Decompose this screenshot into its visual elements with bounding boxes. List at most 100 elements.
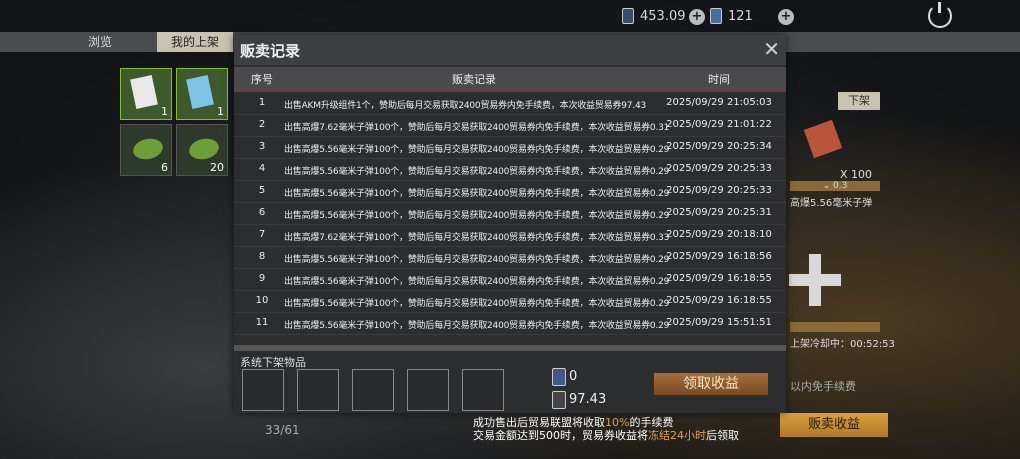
currency-2: 121 [710,8,753,24]
trade-ticket-icon [622,8,634,24]
tab-browse[interactable]: 浏览 [88,32,112,52]
close-icon[interactable]: ✕ [763,38,780,60]
row-number: 3 [258,141,266,152]
delisted-slot[interactable] [297,369,339,411]
table-row: 7 出售高爆7.62毫米子弹100个，赞助后每月交易获取2400贸易券内免手续费，… [234,224,786,247]
row-record: 出售高爆5.56毫米子弹100个，赞助后每月交易获取2400贸易券内免手续费，本… [284,255,670,265]
row-number: 6 [258,207,266,218]
header-time: 时间 [708,73,730,86]
power-icon[interactable] [928,2,952,28]
header-record: 贩卖记录 [452,73,496,86]
card-icon [710,8,722,24]
sales-record-dialog: 贩卖记录 ✕ 序号 贩卖记录 时间 1 出售AKM升级组件1个，赞助后每月交易获取… [234,35,786,413]
row-number: 10 [255,295,269,306]
row-time: 2025/09/29 20:25:33 [666,185,772,196]
row-record: 出售高爆5.56毫米子弹100个，赞助后每月交易获取2400贸易券内免手续费，本… [284,167,670,177]
scrollbar[interactable] [234,345,786,351]
item-count: 1 [217,105,224,118]
row-time: 2025/09/29 15:51:51 [666,317,772,328]
delist-button[interactable]: 下架 [838,92,880,110]
item-count: 6 [161,161,168,174]
add-currency-1-button[interactable]: + [689,9,705,25]
table-header: 序号 贩卖记录 时间 [234,67,786,92]
currency-1-value: 453.09 [640,8,686,24]
herb-icon [131,136,165,162]
table-row: 5 出售高爆5.56毫米子弹100个，赞助后每月交易获取2400贸易券内免手续费，… [234,180,786,203]
table-row: 6 出售高爆5.56毫米子弹100个，赞助后每月交易获取2400贸易券内免手续费，… [234,202,786,225]
listing-quantity: X 100 [840,168,873,181]
table-row: 10 出售高爆5.56毫米子弹100个，赞助后每月交易获取2400贸易券内免手续费… [234,290,786,313]
listing-cooldown: 上架冷却中：00:52:53 [790,339,895,350]
row-record: 出售高爆7.62毫米子弹100个，赞助后每月交易获取2400贸易券内免手续费，本… [284,233,670,243]
table-row: 3 出售高爆5.56毫米子弹100个，赞助后每月交易获取2400贸易券内免手续费，… [234,136,786,159]
notice-highlight: 10% [605,416,630,429]
row-number: 1 [258,97,266,108]
delisted-slot[interactable] [242,369,284,411]
inventory-slot[interactable]: 1 [176,68,228,120]
row-number: 11 [255,317,269,328]
claim-income-button[interactable]: 领取收益 [654,373,768,395]
row-number: 2 [258,119,266,130]
top-bar: 453.09 + 121 + [0,0,1020,32]
row-record: 出售高爆5.56毫米子弹100个，赞助后每月交易获取2400贸易券内免手续费，本… [284,145,670,155]
tab-my-listings[interactable]: 我的上架 [157,32,234,52]
row-time: 2025/09/29 21:05:03 [666,97,772,108]
delisted-slot[interactable] [462,369,504,411]
page-count: 33/61 [265,423,300,437]
herb-icon [187,136,221,162]
notice-text: 的手续费 [629,416,674,429]
table-row: 9 出售高爆5.56毫米子弹100个，赞助后每月交易获取2400贸易券内免手续费，… [234,268,786,291]
dialog-title: 贩卖记录 [240,42,301,60]
row-time: 2025/09/29 20:18:10 [666,229,772,240]
card-income: 0 [569,369,578,384]
card-icon [552,368,566,386]
row-number: 7 [258,229,266,240]
table-row: 4 出售高爆5.56毫米子弹100个，赞助后每月交易获取2400贸易券内免手续费，… [234,158,786,181]
row-time: 2025/09/29 20:25:34 [666,141,772,152]
cooldown-bar [790,322,880,332]
row-record: 出售高爆5.56毫米子弹100个，赞助后每月交易获取2400贸易券内免手续费，本… [284,211,670,221]
row-record: 出售高爆5.56毫米子弹100个，赞助后每月交易获取2400贸易券内免手续费，本… [284,299,670,309]
row-number: 9 [258,273,266,284]
row-time: 2025/09/29 16:18:55 [666,295,772,306]
record-list[interactable]: 1 出售AKM升级组件1个，赞助后每月交易获取2400贸易券内免手续费，本次收益贸… [234,92,786,345]
row-number: 4 [258,163,266,174]
inventory-slot[interactable]: 1 [120,68,172,120]
notice-text: 后领取 [706,429,739,442]
notice-text: 交易金额达到500时，贸易券收益将 [473,429,648,442]
item-card-icon [130,75,158,109]
fee-notice: 成功售出后贸易联盟将收取10%的手续费 交易金额达到500时，贸易券收益将冻结2… [473,416,739,442]
row-time: 2025/09/29 16:18:56 [666,251,772,262]
delisted-slot[interactable] [352,369,394,411]
row-time: 2025/09/29 20:25:31 [666,207,772,218]
add-currency-2-button[interactable]: + [778,9,794,25]
notice-highlight: 冻结24小时 [648,429,706,442]
dialog-header: 贩卖记录 ✕ [234,35,786,65]
add-listing-icon[interactable] [789,254,841,306]
item-card-icon [186,75,214,109]
currency-2-value: 121 [728,8,753,24]
table-row: 8 出售高爆5.56毫米子弹100个，赞助后每月交易获取2400贸易券内免手续费，… [234,246,786,269]
row-number: 5 [258,185,266,196]
table-row: 2 出售高爆7.62毫米子弹100个，赞助后每月交易获取2400贸易券内免手续费，… [234,114,786,137]
system-delisted-label: 系统下架物品 [240,356,306,369]
row-number: 8 [258,251,266,262]
row-time: 2025/09/29 21:01:22 [666,119,772,130]
fee-free-hint: 以内免手续费 [790,380,856,393]
currency-1: 453.09 [622,8,686,24]
ticket-income: 97.43 [569,392,607,407]
table-row: 11 出售高爆5.56毫米子弹100个，赞助后每月交易获取2400贸易券内免手续费… [234,312,786,335]
row-record: 出售高爆5.56毫米子弹100个，赞助后每月交易获取2400贸易券内免手续费，本… [284,189,670,199]
item-count: 1 [161,105,168,118]
trade-ticket-icon [552,391,566,409]
row-record: 出售高爆7.62毫米子弹100个，赞助后每月交易获取2400贸易券内免手续费，本… [284,123,670,133]
table-row: 1 出售AKM升级组件1个，赞助后每月交易获取2400贸易券内免手续费，本次收益贸… [234,92,786,115]
sell-income-button[interactable]: 贩卖收益 [780,413,888,437]
delisted-slot[interactable] [407,369,449,411]
header-no: 序号 [251,73,273,86]
item-count: 20 [210,161,224,174]
notice-text: 成功售出后贸易联盟将收取 [473,416,605,429]
inventory-slot[interactable]: 20 [176,124,228,176]
inventory-slot[interactable]: 6 [120,124,172,176]
listing-item-name: 高爆5.56毫米子弹 [790,198,873,209]
